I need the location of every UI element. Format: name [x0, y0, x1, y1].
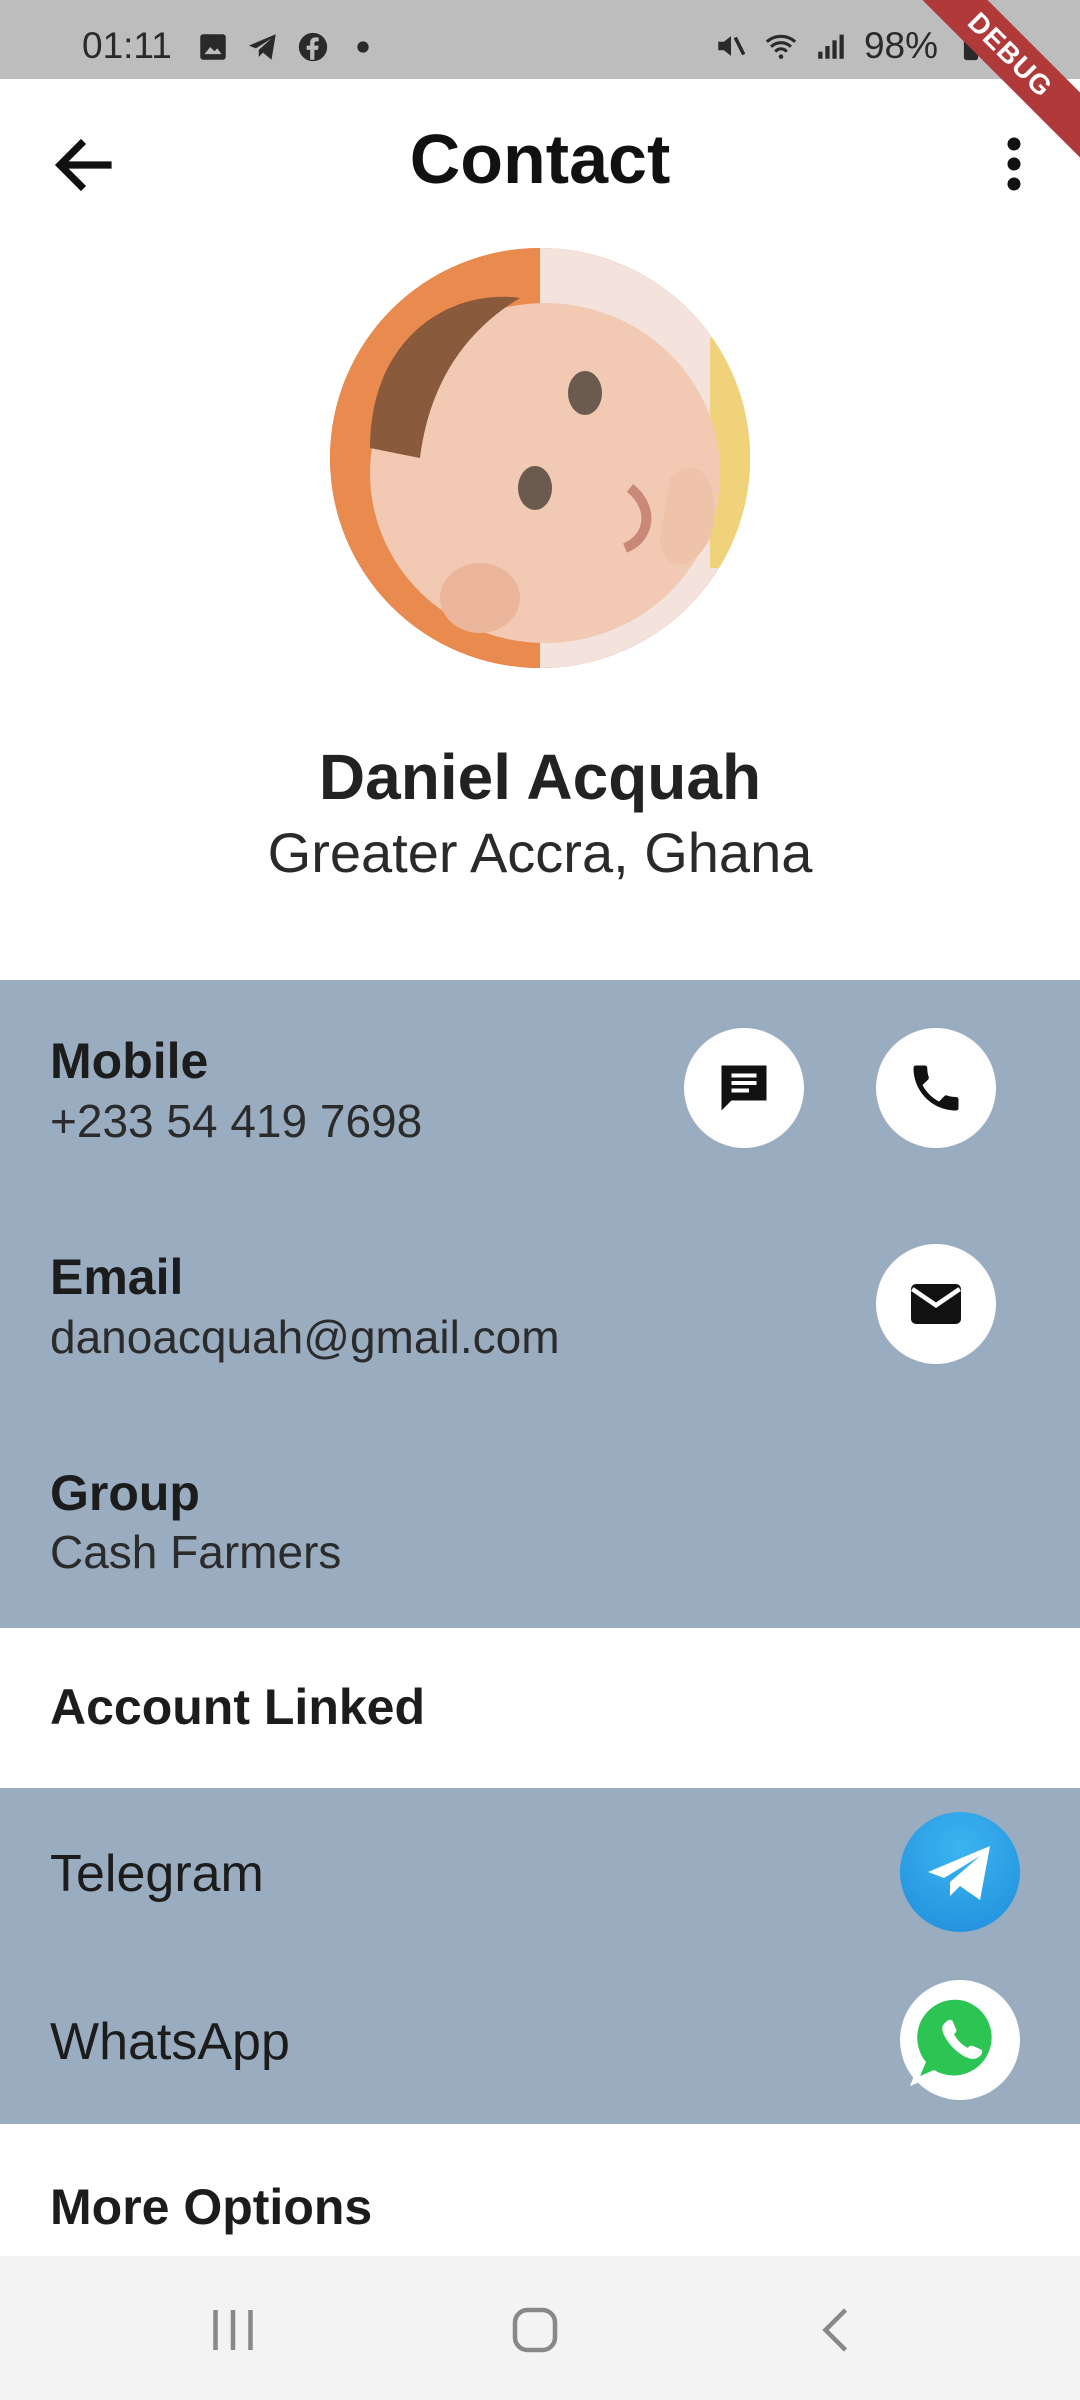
wifi-icon	[765, 34, 797, 59]
facebook-icon	[298, 32, 328, 62]
telegram-label: Telegram	[50, 1845, 264, 1903]
message-icon	[721, 1065, 767, 1111]
contact-name: Daniel Acquah	[318, 741, 762, 813]
phone-icon	[913, 1065, 959, 1111]
accounts-panel: Telegram WhatsApp	[0, 1788, 1080, 2124]
contact-info-panel: Mobile +233 54 419 7698 Email danoacquah…	[0, 980, 1080, 1628]
avatar-image	[330, 248, 750, 668]
call-button[interactable]	[876, 1028, 996, 1148]
avatar	[330, 248, 750, 668]
system-nav-bar	[0, 2256, 1080, 2400]
battery-percent: 98%	[863, 25, 938, 66]
page-title: Contact	[409, 120, 671, 198]
back-nav-icon[interactable]	[808, 2300, 868, 2360]
telegram-button[interactable]	[900, 1812, 1020, 1932]
status-bar: 01:11 98%	[0, 0, 1080, 79]
message-button[interactable]	[684, 1028, 804, 1148]
telegram-icon	[248, 34, 276, 60]
account-linked-title: Account Linked	[50, 1679, 426, 1735]
status-left-icons	[196, 30, 380, 64]
email-button[interactable]	[876, 1244, 996, 1364]
status-time: 01:11	[82, 25, 172, 66]
email-label: Email	[50, 1249, 184, 1305]
more-options-title: More Options	[50, 2179, 373, 2235]
more-vert-icon[interactable]	[996, 134, 1032, 194]
mobile-value: +233 54 419 7698	[50, 1095, 423, 1147]
whatsapp-icon	[908, 1991, 998, 2086]
telegram-icon	[928, 1846, 990, 1900]
whatsapp-label: WhatsApp	[50, 2013, 290, 2071]
whatsapp-button[interactable]	[900, 1980, 1020, 2100]
group-value: Cash Farmers	[50, 1526, 342, 1578]
mobile-label: Mobile	[50, 1033, 209, 1089]
mute-icon	[718, 36, 746, 56]
image-icon	[200, 34, 226, 60]
email-value: danoacquah@gmail.com	[50, 1311, 560, 1363]
status-right-icons: 98%	[714, 25, 988, 67]
home-icon[interactable]	[505, 2300, 565, 2360]
signal-icon	[818, 34, 844, 59]
mail-icon	[910, 1284, 962, 1324]
recent-apps-icon[interactable]	[203, 2300, 263, 2360]
group-label: Group	[50, 1465, 200, 1521]
contact-location: Greater Accra, Ghana	[267, 821, 813, 884]
app-bar: Contact	[0, 79, 1080, 249]
dot-icon	[357, 41, 369, 53]
